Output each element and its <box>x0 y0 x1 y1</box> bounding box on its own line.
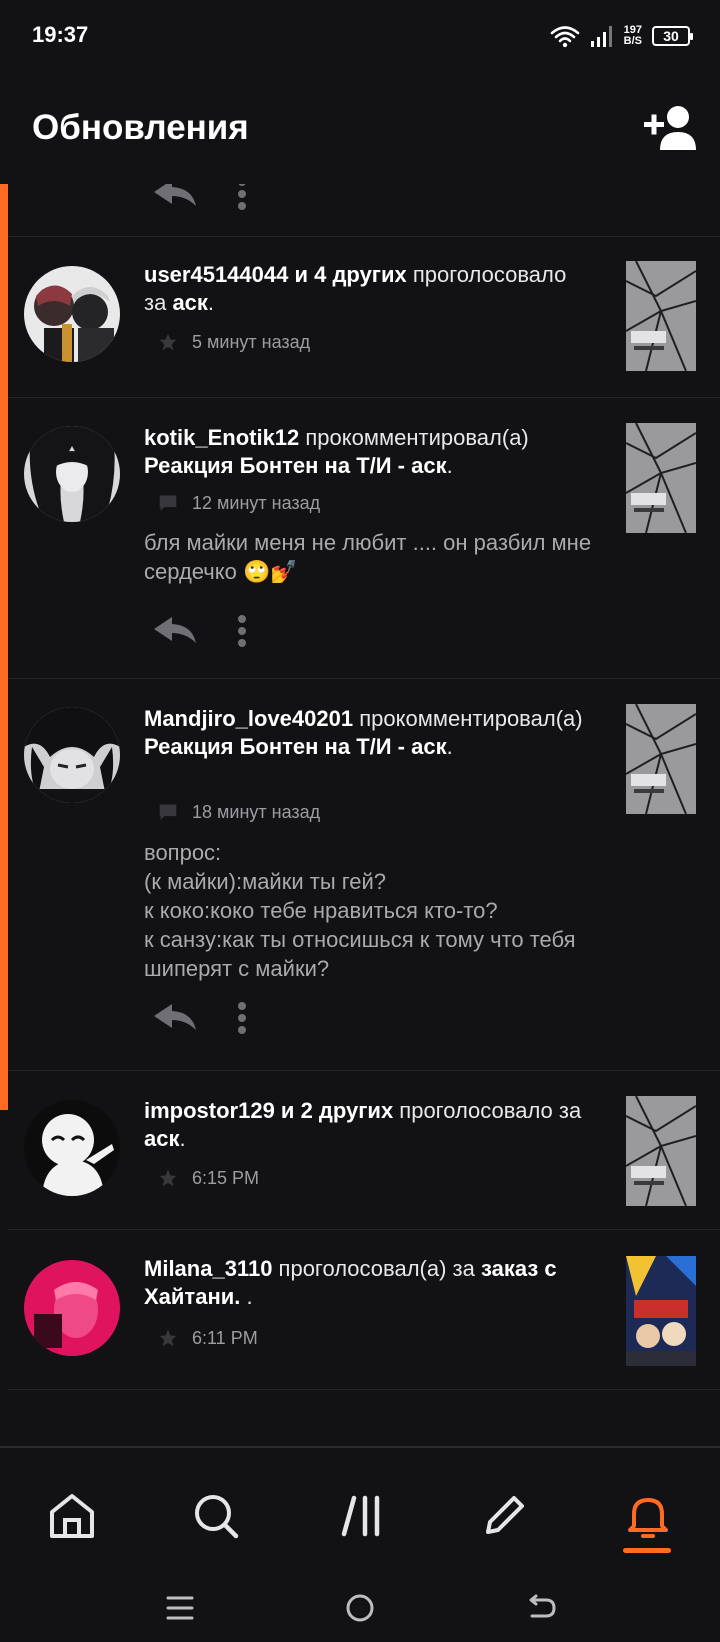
user-name[interactable]: user45144044 и 4 других <box>144 262 407 287</box>
story-thumbnail[interactable] <box>626 1256 696 1366</box>
back-icon[interactable] <box>520 1588 560 1628</box>
trailing-text: . <box>240 1284 253 1309</box>
story-link[interactable]: Реакция Бонтен на Т/И - аск <box>144 734 447 759</box>
menu-icon[interactable] <box>160 1588 200 1628</box>
page-title: Обновления <box>32 108 249 147</box>
list-item[interactable]: Mandjiro_love40201 прокомментировал(а) Р… <box>8 679 720 1071</box>
story-link[interactable]: Реакция Бонтен на Т/И - аск <box>144 453 447 478</box>
user-avatar[interactable] <box>24 1100 120 1196</box>
user-avatar[interactable] <box>24 1260 120 1356</box>
comment-text: бля майки меня не любит .... он разбил м… <box>144 530 592 584</box>
notification-text[interactable]: Milana_3110 проголосовал(а) за заказ с Х… <box>144 1255 584 1311</box>
user-avatar[interactable] <box>24 426 120 522</box>
star-icon <box>159 1329 177 1347</box>
status-icons: 197 B/S 30 <box>550 20 693 52</box>
app-bar: Обновления <box>0 72 720 184</box>
user-name[interactable]: Mandjiro_love40201 <box>144 706 353 731</box>
action-text: прокомментировал(а) <box>299 425 529 450</box>
item-meta: 5 минут назад <box>158 328 310 356</box>
more-options-icon[interactable] <box>232 184 252 214</box>
battery-level: 30 <box>663 28 679 44</box>
list-item-partial <box>8 184 720 237</box>
notifications-icon[interactable] <box>618 1486 678 1546</box>
more-options-icon[interactable] <box>232 611 252 651</box>
timestamp: 18 минут назад <box>192 801 321 822</box>
status-time: 19:37 <box>32 22 89 47</box>
trailing-text: . <box>446 453 453 478</box>
write-icon[interactable] <box>474 1486 534 1546</box>
star-icon <box>159 333 177 351</box>
unread-indicator <box>0 184 8 1110</box>
action-text: прокомментировал(а) <box>353 706 583 731</box>
list-item[interactable]: Milana_3110 проголосовал(а) за заказ с Х… <box>8 1230 720 1390</box>
action-text: проголосовало за <box>393 1098 582 1123</box>
timestamp: 12 минут назад <box>192 492 321 513</box>
reply-icon[interactable] <box>150 998 200 1038</box>
battery-icon: 30 <box>652 26 693 46</box>
notification-text[interactable]: kotik_Enotik12 прокомментировал(а) Реакц… <box>144 424 584 480</box>
wifi-icon <box>550 26 579 48</box>
trailing-text: . <box>207 290 215 315</box>
user-name[interactable]: impostor129 и 2 других <box>144 1098 393 1123</box>
comment-icon <box>159 804 177 820</box>
list-item[interactable]: user45144044 и 4 других проголосовало за… <box>8 237 720 398</box>
home-icon[interactable] <box>42 1486 102 1546</box>
net-speed: 197 B/S <box>624 25 642 47</box>
timestamp: 6:15 PM <box>192 1167 260 1188</box>
notification-text[interactable]: impostor129 и 2 других проголосовало за … <box>144 1097 584 1153</box>
story-thumbnail[interactable] <box>626 423 696 533</box>
story-thumbnail[interactable] <box>626 704 696 814</box>
library-icon[interactable] <box>332 1486 392 1546</box>
trailing-text: . <box>446 734 453 759</box>
story-thumbnail[interactable] <box>626 261 696 371</box>
notification-text[interactable]: Mandjiro_love40201 прокомментировал(а) Р… <box>144 705 584 761</box>
notification-text[interactable]: user45144044 и 4 других проголосовало за… <box>144 261 584 317</box>
list-item[interactable]: kotik_Enotik12 прокомментировал(а) Реакц… <box>8 398 720 679</box>
comment-text: вопрос: (к майки):майки ты гей? к коко:к… <box>144 840 576 981</box>
reply-icon[interactable] <box>150 611 200 651</box>
search-icon[interactable] <box>186 1486 246 1546</box>
timestamp: 6:11 PM <box>192 1327 258 1348</box>
list-item[interactable]: impostor129 и 2 других проголосовало за … <box>8 1071 720 1230</box>
signal-icon <box>590 26 612 47</box>
add-user-icon[interactable] <box>642 102 698 152</box>
more-options-icon[interactable] <box>232 998 252 1038</box>
item-meta: 6:11 PM <box>158 1324 258 1352</box>
user-name[interactable]: Milana_3110 <box>144 1256 272 1281</box>
item-meta: 6:15 PM <box>158 1164 259 1192</box>
active-tab-indicator <box>623 1548 671 1553</box>
trailing-text: . <box>179 1126 186 1151</box>
user-name[interactable]: kotik_Enotik12 <box>144 425 299 450</box>
item-meta: 12 минут назад <box>158 489 320 517</box>
user-avatar[interactable] <box>24 266 120 362</box>
reply-icon[interactable] <box>150 184 200 214</box>
item-meta: 18 минут назад <box>158 798 320 826</box>
status-bar: 19:37 197 B/S 30 <box>0 0 720 72</box>
action-text: проголосовал(а) за <box>272 1256 481 1281</box>
story-thumbnail[interactable] <box>626 1096 696 1206</box>
home-circle-icon[interactable] <box>340 1588 380 1628</box>
comment-icon <box>159 495 177 511</box>
timestamp: 5 минут назад <box>192 331 311 352</box>
star-icon <box>159 1169 177 1187</box>
bottom-navigation <box>0 1446 720 1642</box>
story-link[interactable]: аск <box>144 1126 179 1151</box>
notification-feed: user45144044 и 4 других проголосовало за… <box>0 184 720 1446</box>
user-avatar[interactable] <box>24 707 120 803</box>
story-link[interactable]: аск <box>172 290 207 315</box>
net-speed-unit: B/S <box>623 35 642 47</box>
